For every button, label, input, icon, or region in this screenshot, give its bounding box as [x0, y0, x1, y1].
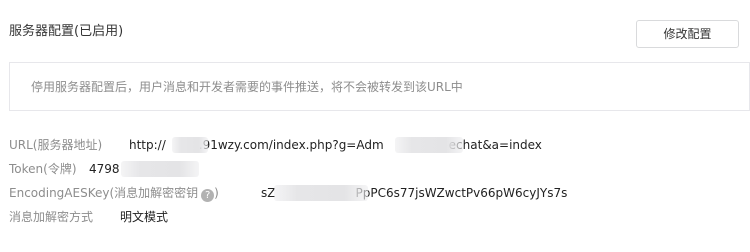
section-title: 服务器配置(已启用) — [9, 24, 124, 39]
aes-key-row: EncodingAESKey(消息加解密密钥?) sZ PpPC6s77jsWZw… — [9, 184, 567, 202]
url-value-prefix: http:// — [129, 138, 166, 152]
help-icon[interactable]: ? — [201, 189, 215, 202]
redaction-mask — [395, 137, 463, 153]
token-row: Token(令牌) 4798 — [9, 160, 120, 178]
aes-value-suffix: PpPC6s77jsWZwctPv66pW6cyJYs7s — [355, 186, 568, 200]
server-config-panel: 服务器配置(已启用) 修改配置 停用服务器配置后，用户消息和开发者需要的事件推送… — [0, 0, 750, 252]
encryption-mode-label: 消息加解密方式 — [9, 210, 94, 224]
url-value-mid: .91wzy.com/index.php?g=Adm — [198, 138, 384, 152]
redaction-mask — [274, 185, 368, 201]
url-label: URL(服务器地址) — [9, 138, 103, 152]
notice-text: 停用服务器配置后，用户消息和开发者需要的事件推送，将不会被转发到该URL中 — [31, 80, 463, 94]
token-value: 4798 — [89, 162, 120, 176]
aes-key-label-close: ) — [214, 186, 219, 200]
encryption-mode-row: 消息加解密方式 明文模式 — [9, 208, 168, 226]
modify-config-button[interactable]: 修改配置 — [636, 20, 739, 48]
redaction-mask — [121, 161, 199, 177]
url-row: URL(服务器地址) http:// .91wzy.com/index.php?g… — [9, 136, 542, 154]
redaction-mask — [172, 137, 208, 153]
notice-box: 停用服务器配置后，用户消息和开发者需要的事件推送，将不会被转发到该URL中 — [9, 62, 750, 111]
aes-key-label: EncodingAESKey(消息加解密密钥 — [9, 186, 199, 200]
encryption-mode-value: 明文模式 — [120, 210, 169, 224]
token-label: Token(令牌) — [9, 162, 77, 176]
